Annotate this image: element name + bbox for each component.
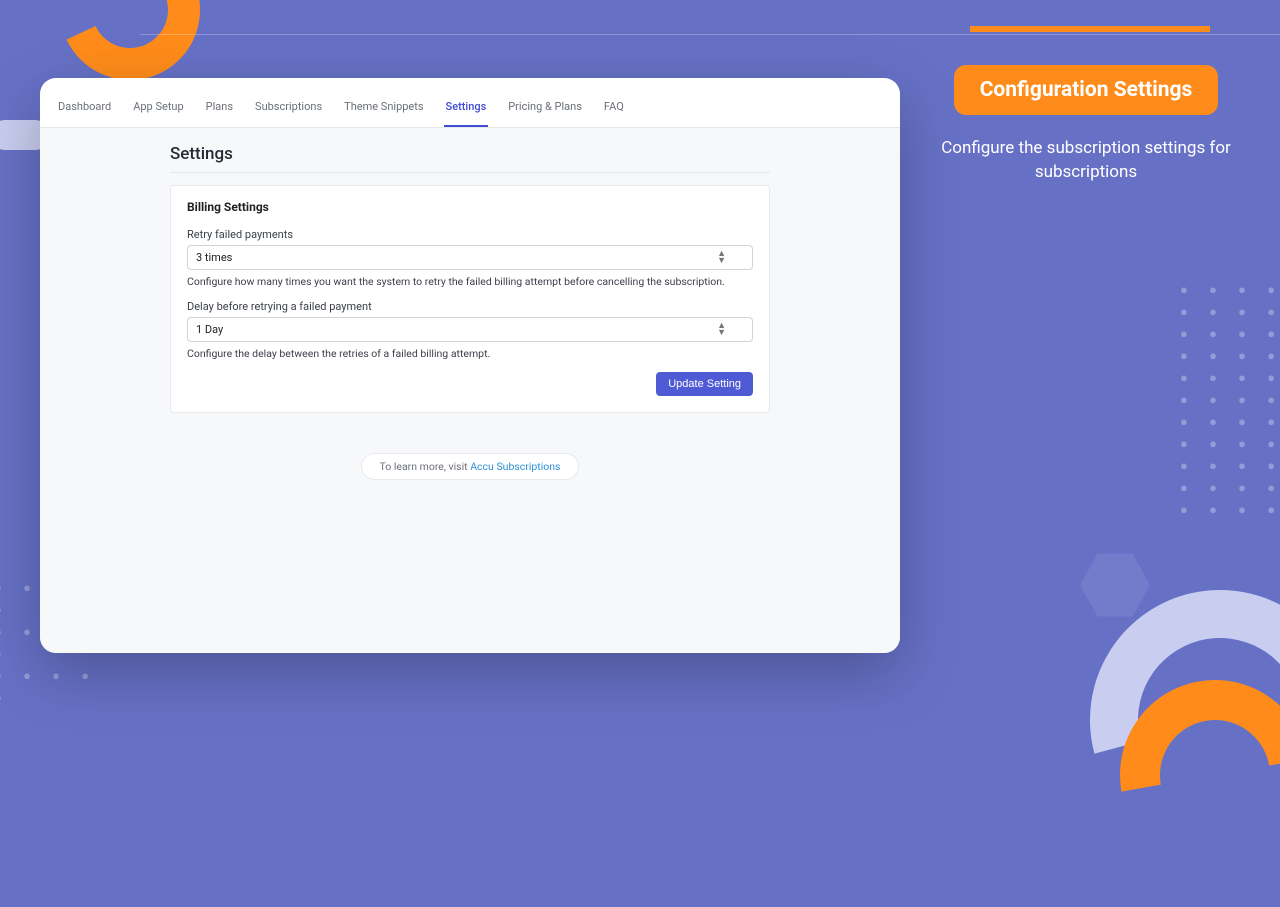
billing-card-title: Billing Settings <box>187 200 753 214</box>
promo-description: Configure the subscription settings for … <box>926 137 1246 185</box>
decor-dots-right: ● ● ● ●● ● ● ●● ● ● ●● ● ● ●● ● ● ●● ● ●… <box>1180 280 1280 522</box>
decor-top-rule <box>140 34 1280 35</box>
delay-select-value: 1 Day <box>196 323 223 336</box>
decor-orange-bar <box>970 26 1210 32</box>
learn-more-pill: To learn more, visit Accu Subscriptions <box>361 453 580 480</box>
learn-more-link[interactable]: Accu Subscriptions <box>470 460 560 473</box>
billing-settings-card: Billing Settings Retry failed payments 3… <box>170 185 770 413</box>
button-row: Update Setting <box>187 372 753 396</box>
delay-help-text: Configure the delay between the retries … <box>187 347 753 360</box>
learn-more-prefix: To learn more, visit <box>380 460 471 473</box>
title-divider <box>170 172 770 173</box>
promo-heading: Configuration Settings <box>954 65 1219 115</box>
promo-sidebar: Configuration Settings Configure the sub… <box>926 65 1246 185</box>
delay-label: Delay before retrying a failed payment <box>187 300 753 313</box>
retry-help-text: Configure how many times you want the sy… <box>187 275 753 288</box>
app-window: Dashboard App Setup Plans Subscriptions … <box>40 78 900 653</box>
update-setting-button[interactable]: Update Setting <box>656 372 753 396</box>
tab-dashboard[interactable]: Dashboard <box>56 96 113 127</box>
tab-settings[interactable]: Settings <box>444 96 489 127</box>
decor-hexagon <box>1080 550 1150 620</box>
chevron-updown-icon: ▲▼ <box>717 323 726 336</box>
page-title: Settings <box>170 144 770 164</box>
nav-tabs: Dashboard App Setup Plans Subscriptions … <box>40 78 900 128</box>
chevron-updown-icon: ▲▼ <box>717 251 726 264</box>
tab-subscriptions[interactable]: Subscriptions <box>253 96 324 127</box>
tab-app-setup[interactable]: App Setup <box>131 96 185 127</box>
retry-select[interactable]: 3 times ▲▼ <box>187 245 753 270</box>
tab-theme-snippets[interactable]: Theme Snippets <box>342 96 425 127</box>
tab-faq[interactable]: FAQ <box>602 96 626 127</box>
tab-plans[interactable]: Plans <box>204 96 235 127</box>
delay-select[interactable]: 1 Day ▲▼ <box>187 317 753 342</box>
retry-label: Retry failed payments <box>187 228 753 241</box>
retry-select-value: 3 times <box>196 251 232 264</box>
tab-pricing-plans[interactable]: Pricing & Plans <box>506 96 584 127</box>
page-body: Settings Billing Settings Retry failed p… <box>40 128 900 653</box>
